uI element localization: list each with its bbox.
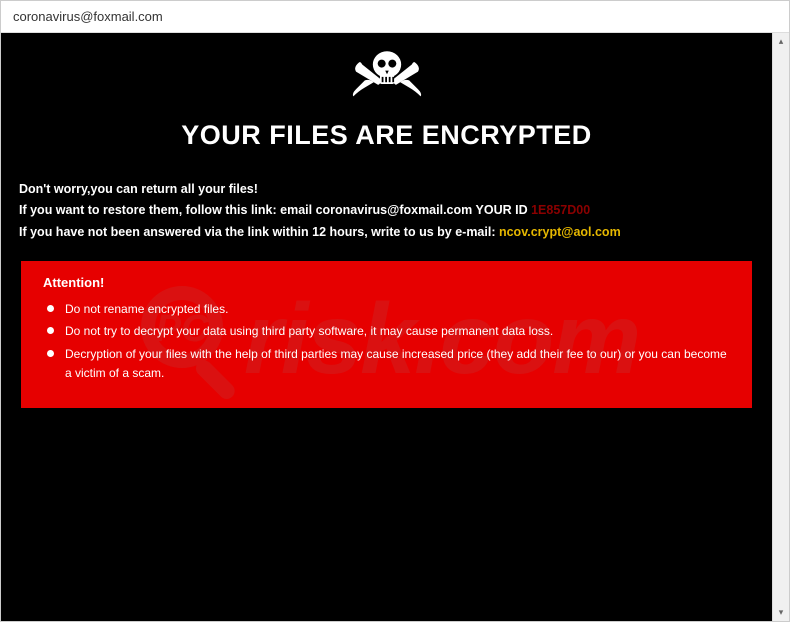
attention-list: Do not rename encrypted files. Do not tr… [43, 300, 730, 382]
skull-icon [19, 45, 754, 112]
contact-email-primary: coronavirus@foxmail.com [316, 203, 473, 217]
id-label: YOUR ID [472, 203, 531, 217]
intro-line1: Don't worry,you can return all your file… [19, 179, 754, 200]
scroll-down-icon[interactable]: ▾ [773, 604, 790, 621]
window-titlebar[interactable]: coronavirus@foxmail.com [1, 1, 789, 33]
list-item: Do not try to decrypt your data using th… [43, 322, 730, 341]
list-item: Decryption of your files with the help o… [43, 345, 730, 382]
scroll-up-icon[interactable]: ▴ [773, 33, 790, 50]
list-item: Do not rename encrypted files. [43, 300, 730, 319]
intro-block: Don't worry,you can return all your file… [19, 179, 754, 243]
ransom-content: PC risk.com [1, 33, 772, 621]
window-title: coronavirus@foxmail.com [13, 9, 163, 24]
headline: YOUR FILES ARE ENCRYPTED [19, 120, 754, 151]
content-wrapper: PC risk.com [1, 33, 789, 621]
ransom-window: coronavirus@foxmail.com PC risk.com [0, 0, 790, 622]
intro-line2-pre: If you want to restore them, follow this… [19, 203, 280, 217]
attention-box: Attention! Do not rename encrypted files… [21, 261, 752, 408]
victim-id: 1E857D00 [531, 203, 590, 217]
contact-email-secondary: ncov.crypt@aol.com [499, 225, 621, 239]
intro-line3: If you have not been answered via the li… [19, 222, 754, 243]
intro-line2: If you want to restore them, follow this… [19, 200, 754, 221]
attention-title: Attention! [43, 275, 730, 290]
vertical-scrollbar[interactable]: ▴ ▾ [772, 33, 789, 621]
intro-line3-pre: If you have not been answered via the li… [19, 225, 499, 239]
email-label: email [280, 203, 315, 217]
